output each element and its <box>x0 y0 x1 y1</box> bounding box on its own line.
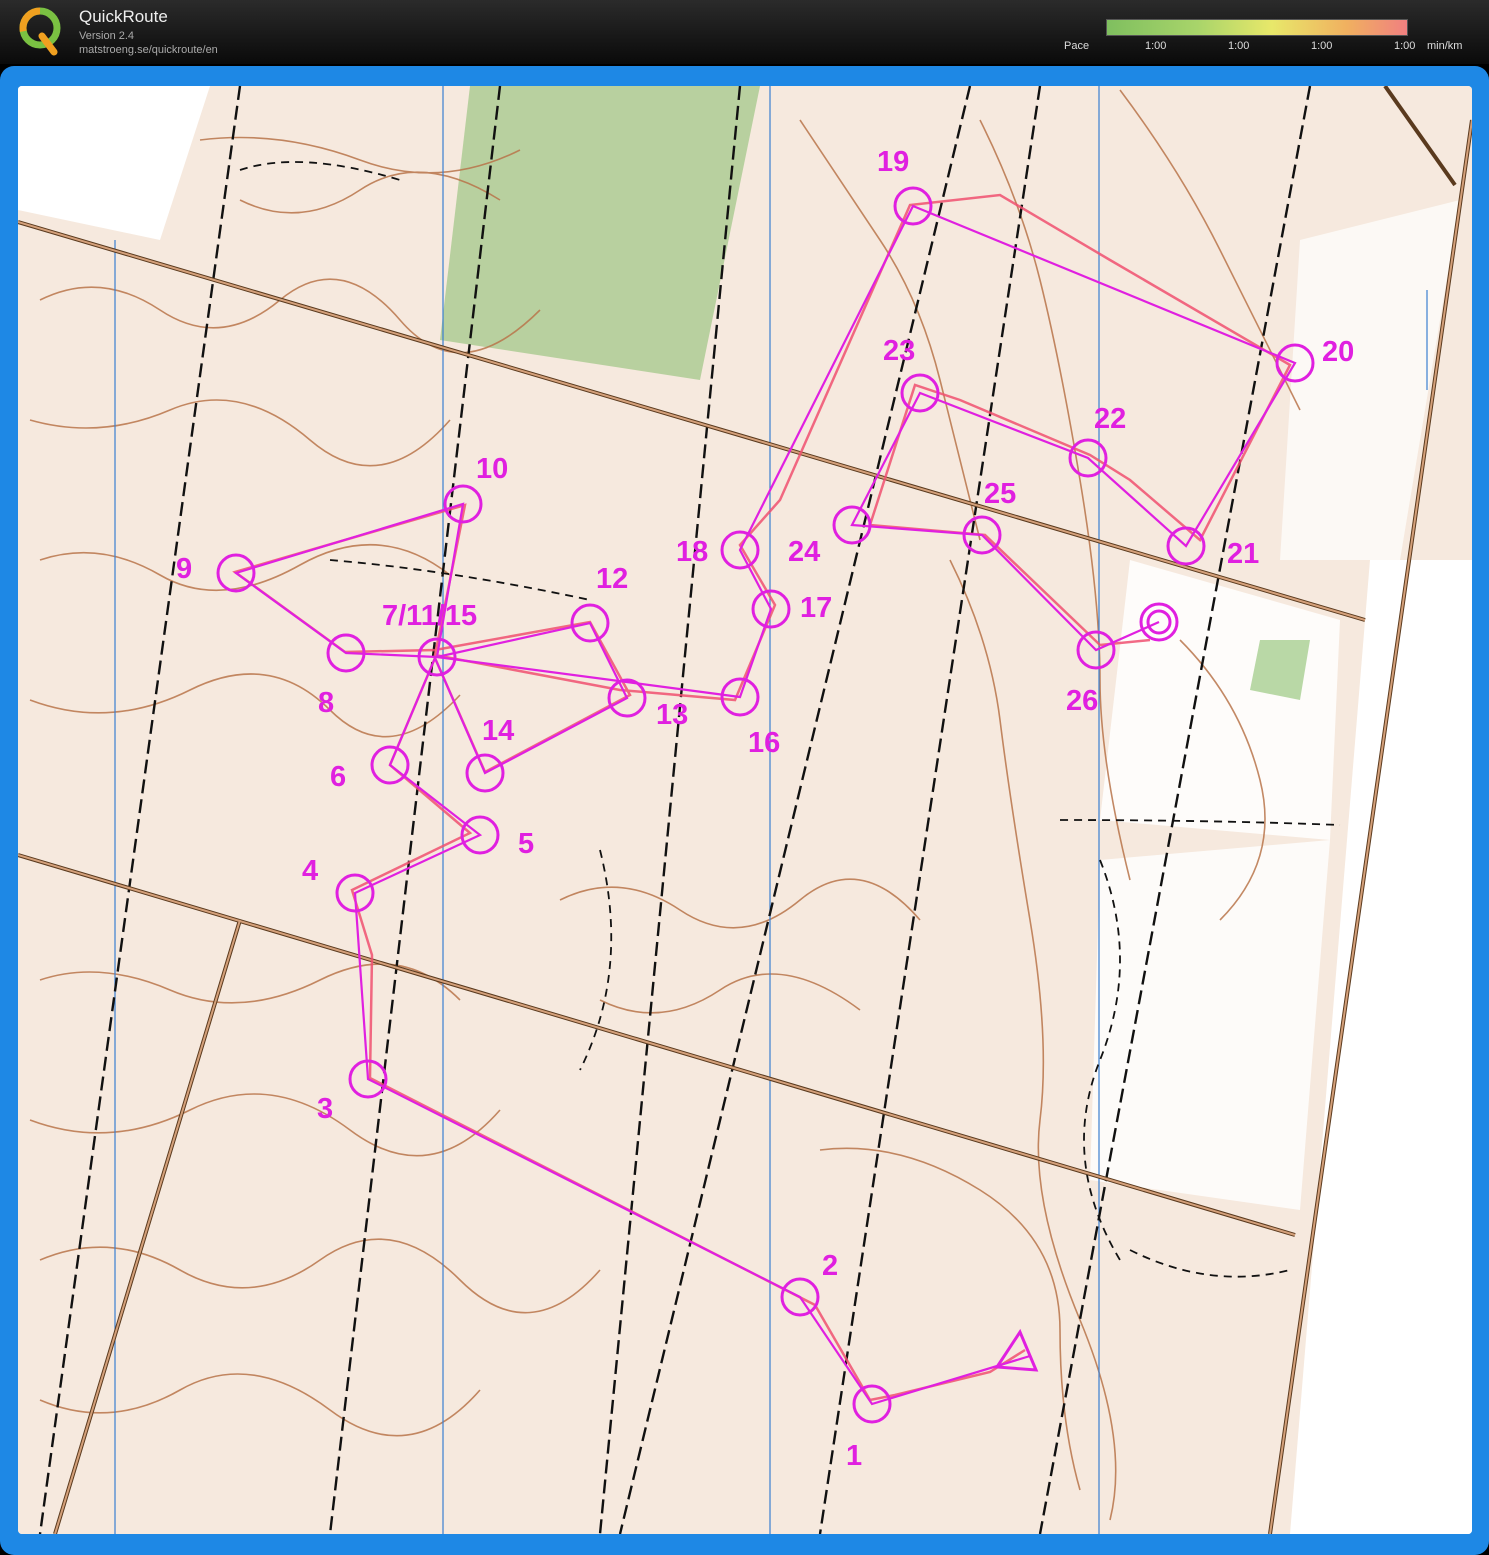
control-label: 26 <box>1066 685 1098 717</box>
pace-tick: 1:00 <box>1145 40 1167 52</box>
app-url: matstroeng.se/quickroute/en <box>79 44 218 56</box>
control-label: 6 <box>330 761 346 793</box>
pace-tick: 1:00 <box>1311 40 1333 52</box>
control-label: 1 <box>846 1440 862 1472</box>
title-bar: QuickRoute Version 2.4 matstroeng.se/qui… <box>0 0 1489 64</box>
green-vegetation <box>1250 640 1310 700</box>
control-label: 25 <box>984 478 1016 510</box>
control-label: 13 <box>656 699 688 731</box>
pace-tick: 1:00 <box>1228 40 1250 52</box>
pace-label: Pace <box>1064 40 1090 52</box>
pace-color-scale <box>1106 19 1408 36</box>
control-label: 3 <box>317 1093 333 1125</box>
control-label: 16 <box>748 727 780 759</box>
app-title: QuickRoute <box>79 7 168 26</box>
pace-unit: min/km <box>1427 40 1463 52</box>
control-label: 4 <box>302 855 318 887</box>
pace-tick: 1:00 <box>1394 40 1416 52</box>
quickroute-logo-icon <box>19 7 61 56</box>
orienteering-map[interactable]: 1 2 3 4 5 6 7/11/15 8 9 10 12 13 14 16 1… <box>18 86 1472 1534</box>
control-label: 12 <box>596 563 628 595</box>
control-label: 5 <box>518 828 534 860</box>
control-label: 10 <box>476 453 508 485</box>
control-label: 9 <box>176 553 192 585</box>
control-label: 7/11/15 <box>382 600 477 632</box>
control-label: 24 <box>788 536 820 568</box>
app-version: Version 2.4 <box>79 30 135 42</box>
control-label: 8 <box>318 687 334 719</box>
control-label: 14 <box>482 715 514 747</box>
control-label: 20 <box>1322 336 1354 368</box>
control-label: 23 <box>883 335 915 367</box>
control-label: 22 <box>1094 403 1126 435</box>
control-label: 18 <box>676 536 708 568</box>
control-label: 21 <box>1227 538 1259 570</box>
map-canvas: 1 2 3 4 5 6 7/11/15 8 9 10 12 13 14 16 1… <box>18 86 1472 1534</box>
control-label: 19 <box>877 146 909 178</box>
open-land <box>1090 840 1330 1210</box>
control-label: 2 <box>822 1250 838 1282</box>
control-label: 17 <box>800 592 832 624</box>
